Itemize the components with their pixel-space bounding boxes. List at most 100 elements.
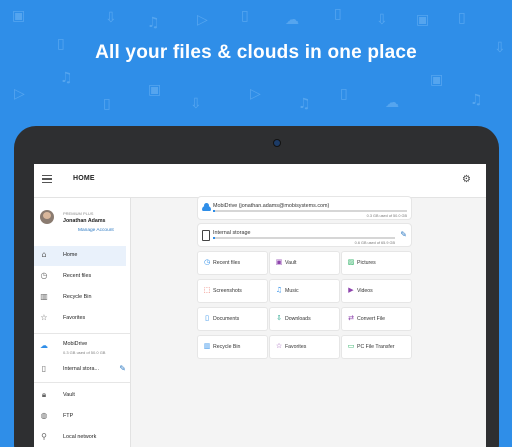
image-icon: ▣: [430, 72, 444, 88]
tile-recent-files[interactable]: ◷ Recent files: [198, 252, 267, 274]
phone-icon: [202, 230, 210, 241]
tile-pc-file-transfer[interactable]: ▭ PC File Transfer: [342, 336, 411, 358]
tile-label: Convert File: [357, 316, 385, 322]
sidebar-item-label: Internal stora...: [63, 366, 99, 372]
tile-downloads[interactable]: ⇩ Downloads: [270, 308, 339, 330]
image-icon: ▣: [148, 82, 162, 98]
top-app-bar: HOME ⚙: [34, 164, 486, 198]
clean-icon[interactable]: ✎: [119, 364, 126, 373]
play-icon: ▷: [250, 86, 261, 102]
cloud-icon: ☁: [285, 12, 299, 28]
sidebar-divider: [34, 333, 130, 334]
plan-label: PREMIUM PLUS: [63, 211, 94, 216]
trash-icon: ▥: [40, 292, 48, 301]
tile-label: Music: [285, 288, 299, 294]
sidebar-item-internal-storage[interactable]: ▯ Internal stora... ✎: [34, 360, 130, 380]
clock-icon: ◷: [40, 271, 48, 280]
video-icon: ▶: [348, 286, 354, 294]
image-icon: ▣: [416, 12, 430, 28]
document-icon: ▯: [458, 10, 466, 26]
clean-icon[interactable]: ✎: [400, 230, 407, 239]
storage-name: MobiDrive (jonathan.adams@mobisystems.co…: [213, 203, 330, 209]
tile-label: Vault: [285, 260, 297, 266]
home-icon: ⌂: [41, 250, 47, 259]
sidebar-item-recent-files[interactable]: ◷ Recent files: [34, 267, 130, 287]
internal-storage-card[interactable]: Internal storage 0.6 GB used of 65.9 GB …: [198, 224, 411, 246]
clock-icon: ◷: [203, 258, 211, 266]
sidebar-item-ftp[interactable]: ◍ FTP: [34, 407, 130, 427]
cloud-icon: ☁: [40, 341, 48, 350]
tile-label: Recycle Bin: [213, 344, 241, 350]
camera-dot: [273, 139, 281, 147]
tile-label: Favorites: [285, 344, 307, 350]
promo-stage: ▣ ▯ ⇩ ♫ ▷ ▯ ☁ ▯ ⇩ ▣ ▯ ⇩ ▷ ♫ ▯ ▣ ⇩ ▷ ♫ ▯ …: [0, 0, 512, 447]
sidebar-item-mobidrive[interactable]: ☁ MobiDrive 0.3 GB used of 50.0 GB: [34, 337, 130, 359]
headline: All your files & clouds in one place: [95, 42, 417, 63]
download-icon: ⇩: [376, 12, 388, 28]
tile-label: Videos: [357, 288, 373, 294]
document-icon: ▯: [340, 86, 348, 102]
sidebar-item-label: Recycle Bin: [63, 294, 92, 300]
play-icon: ▷: [14, 86, 25, 102]
sidebar-item-vault[interactable]: 🔒︎ Vault: [34, 386, 130, 406]
tile-label: Recent files: [213, 260, 241, 266]
tile-pictures[interactable]: ▨ Pictures: [342, 252, 411, 274]
sidebar-divider: [34, 382, 130, 383]
image-icon: ▨: [347, 258, 355, 266]
storage-usage: 0.3 GB used of 50.0 GB: [366, 214, 407, 218]
storage-usage: 0.6 GB used of 65.9 GB: [354, 241, 395, 245]
tile-music[interactable]: ♫ Music: [270, 280, 339, 302]
network-icon: ⚲: [41, 432, 47, 441]
document-icon: ▯: [241, 8, 249, 24]
pc-transfer-icon: ▭: [347, 342, 355, 350]
document-icon: ▯: [334, 6, 342, 22]
app-screen: HOME ⚙ PREMIUM PLUS Jonathan Adams Manag…: [34, 164, 486, 447]
convert-icon: ⇄: [348, 314, 354, 322]
storage-usage: 0.3 GB used of 50.0 GB: [63, 350, 106, 355]
cloud-icon: [202, 203, 211, 211]
lock-icon: 🔒︎: [41, 390, 47, 399]
globe-icon: ◍: [40, 411, 48, 420]
play-icon: ▷: [197, 12, 208, 28]
hamburger-icon[interactable]: [42, 175, 52, 184]
account-header: PREMIUM PLUS Jonathan Adams Manage Accou…: [34, 198, 130, 240]
trash-icon: ▥: [203, 342, 211, 350]
tile-label: Downloads: [285, 316, 311, 322]
music-icon: ♫: [275, 286, 283, 294]
cloud-icon: ☁: [385, 95, 399, 111]
sidebar-item-label: Vault: [63, 392, 75, 398]
tile-videos[interactable]: ▶ Videos: [342, 280, 411, 302]
tile-screenshots[interactable]: ⬚ Screenshots: [198, 280, 267, 302]
sidebar-item-label: Favorites: [63, 315, 86, 321]
sidebar-item-recycle-bin[interactable]: ▥ Recycle Bin: [34, 288, 130, 308]
tile-label: Pictures: [357, 260, 376, 266]
tile-convert-file[interactable]: ⇄ Convert File: [342, 308, 411, 330]
sidebar-item-label: FTP: [63, 413, 74, 419]
download-icon: ⇩: [276, 314, 282, 322]
manage-account-link[interactable]: Manage Account: [78, 228, 114, 233]
screenshot-icon: ⬚: [203, 286, 211, 294]
tile-documents[interactable]: ▯ Documents: [198, 308, 267, 330]
page-title: HOME: [73, 175, 95, 182]
usage-bar: [213, 237, 395, 239]
sidebar-item-home[interactable]: ⌂ Home: [34, 246, 126, 266]
sidebar-item-label: Recent files: [63, 273, 92, 279]
sidebar: PREMIUM PLUS Jonathan Adams Manage Accou…: [34, 198, 131, 447]
avatar[interactable]: [40, 210, 54, 224]
tile-recycle-bin[interactable]: ▥ Recycle Bin: [198, 336, 267, 358]
tile-label: PC File Transfer: [357, 344, 395, 350]
mobidrive-card[interactable]: MobiDrive (jonathan.adams@mobisystems.co…: [198, 197, 411, 219]
sidebar-item-local-network[interactable]: ⚲ Local network: [34, 428, 130, 447]
tune-icon[interactable]: ⚙: [462, 174, 471, 185]
music-icon: ♫: [60, 70, 73, 86]
sidebar-item-label: MobiDrive: [63, 341, 88, 347]
sidebar-item-favorites[interactable]: ☆ Favorites: [34, 309, 130, 329]
sidebar-item-label: Home: [63, 252, 78, 258]
tile-vault[interactable]: ▣ Vault: [270, 252, 339, 274]
download-icon: ⇩: [105, 10, 117, 26]
tile-label: Documents: [213, 316, 240, 322]
sidebar-item-label: Local network: [63, 434, 97, 440]
user-name: Jonathan Adams: [63, 218, 106, 224]
tile-favorites[interactable]: ☆ Favorites: [270, 336, 339, 358]
tile-label: Screenshots: [213, 288, 242, 294]
